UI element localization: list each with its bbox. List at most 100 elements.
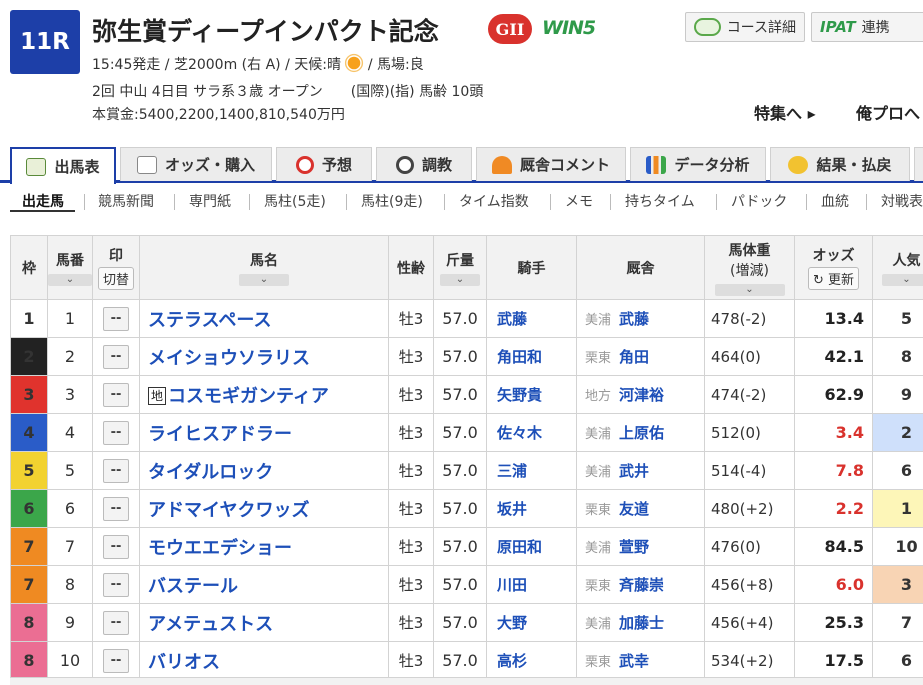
course-detail-button[interactable]: コース詳細 [685, 12, 805, 42]
jockey-link[interactable]: 三浦 [486, 451, 577, 490]
subtab-pedigree[interactable]: 血統 [821, 186, 849, 216]
body-weight-cell: 512(0) [704, 413, 795, 452]
jockey-link[interactable]: 矢野貴 [486, 375, 577, 414]
mark-select-button[interactable]: -- [103, 458, 129, 483]
col-weight[interactable]: 斤量 ⌄ [433, 235, 487, 300]
jockey-link[interactable]: 武藤 [486, 299, 577, 338]
trainer-link[interactable]: 武井 [619, 462, 649, 480]
table-row[interactable]: 7 7 -- モウエエデショー 牡3 57.0 原田和 美浦 萱野 476(0) 84.5 10 [10, 527, 923, 566]
jockey-link[interactable]: 佐々木 [486, 413, 577, 452]
tab-stable-comments[interactable]: 厩舎コメント [476, 147, 626, 181]
trainer-link[interactable]: 河津裕 [619, 386, 664, 404]
horse-name-link[interactable]: アメテュストス [148, 614, 273, 635]
mark-select-button[interactable]: -- [103, 572, 129, 597]
jockey-link[interactable]: 高杉 [486, 641, 577, 680]
col-horse-name[interactable]: 馬名 ⌄ [139, 235, 389, 300]
trainer-link[interactable]: 友道 [619, 500, 649, 518]
table-row[interactable]: 8 10 -- バリオス 牡3 57.0 高杉 栗東 武幸 534(+2) 17.5 6 [10, 641, 923, 680]
col-waku[interactable]: 枠 [10, 235, 48, 300]
sort-toggle-icon[interactable]: ⌄ [440, 273, 480, 286]
trainer-link[interactable]: 武藤 [619, 310, 649, 328]
table-row[interactable]: 4 4 -- ライヒスアドラー 牡3 57.0 佐々木 美浦 上原佑 512(0) 3.4 2 [10, 413, 923, 452]
table-icon [26, 157, 47, 176]
popularity-cell: 8 [872, 337, 923, 376]
mark-select-button[interactable]: -- [103, 610, 129, 635]
col-body-weight[interactable]: 馬体重 (増減) ⌄ [704, 235, 795, 300]
subtab-time-index[interactable]: タイム指数 [459, 186, 529, 216]
sort-toggle-icon[interactable]: ⌄ [48, 273, 92, 286]
mark-select-button[interactable]: -- [103, 306, 129, 331]
umaban-cell: 4 [47, 413, 93, 452]
mark-select-button[interactable]: -- [103, 382, 129, 407]
table-row[interactable]: 8 9 -- アメテュストス 牡3 57.0 大野 美浦 加藤士 456(+4) 25.3 7 [10, 603, 923, 642]
mark-select-button[interactable]: -- [103, 496, 129, 521]
region-label: 栗東 [585, 351, 612, 366]
jockey-link[interactable]: 坂井 [486, 489, 577, 528]
trainer-link[interactable]: 角田 [619, 348, 649, 366]
trainer-link[interactable]: 加藤士 [619, 614, 664, 632]
horse-name-link[interactable]: モウエエデショー [148, 538, 292, 559]
tab-data-analysis[interactable]: データ分析 [630, 147, 766, 181]
mark-select-button[interactable]: -- [103, 648, 129, 673]
subtab-past9[interactable]: 馬柱(9走) [361, 186, 423, 216]
trainer-link[interactable]: 斉藤崇 [619, 576, 664, 594]
region-label: 美浦 [585, 541, 612, 556]
subtab-paddock[interactable]: パドック [731, 186, 787, 216]
ipat-link-button[interactable]: IPAT 連携 [811, 12, 923, 42]
jockey-link[interactable]: 角田和 [486, 337, 577, 376]
sex-age-cell: 牡3 [388, 413, 434, 452]
horse-name-link[interactable]: コスモギガンティア [168, 386, 329, 407]
horse-name-link[interactable]: バリオス [148, 652, 220, 673]
subtab-memo[interactable]: メモ [565, 186, 593, 216]
win5-logo[interactable]: WIN5 [542, 17, 596, 39]
horse-name-link[interactable]: メイショウソラリス [148, 348, 310, 369]
feature-link[interactable]: 特集へ ▸ [754, 100, 816, 124]
tab-odds-purchase[interactable]: オッズ・購入 [120, 147, 272, 181]
horse-name-link[interactable]: バステール [148, 576, 238, 597]
horse-name-link[interactable]: アドマイヤクワッズ [148, 500, 309, 521]
table-row[interactable]: 5 5 -- タイダルロック 牡3 57.0 三浦 美浦 武井 514(-4) 7.8 6 [10, 451, 923, 490]
jockey-link[interactable]: 川田 [486, 565, 577, 604]
umaban-cell: 6 [47, 489, 93, 528]
trainer-link[interactable]: 武幸 [619, 652, 649, 670]
subtab-matchups[interactable]: 対戦表 [881, 186, 923, 216]
tab-results-payouts[interactable]: 結果・払戻 [770, 147, 910, 181]
horse-name-link[interactable]: ライヒスアドラー [148, 424, 292, 445]
mypro-link[interactable]: 俺プロへ [856, 100, 920, 124]
odds-refresh-button[interactable]: ↻ 更新 [807, 267, 860, 290]
subtab-best-times[interactable]: 持ちタイム [625, 186, 695, 216]
tab-entries[interactable]: 出馬表 [10, 147, 116, 184]
table-row[interactable]: 3 3 -- 地コスモギガンティア 牡3 57.0 矢野貴 地方 河津裕 474(-2) 62.9 9 [10, 375, 923, 414]
divider [716, 194, 717, 210]
horse-name-link[interactable]: ステラスペース [148, 310, 271, 331]
jockey-link[interactable]: 原田和 [486, 527, 577, 566]
table-row[interactable]: 1 1 -- ステラスペース 牡3 57.0 武藤 美浦 武藤 478(-2) 13.4 5 [10, 299, 923, 338]
subtab-newspaper[interactable]: 競馬新聞 [98, 186, 154, 216]
trainer-link[interactable]: 萱野 [619, 538, 649, 556]
table-row[interactable]: 2 2 -- メイショウソラリス 牡3 57.0 角田和 栗東 角田 464(0) 42.1 8 [10, 337, 923, 376]
col-popularity[interactable]: 人気 ⌄ [872, 235, 923, 300]
body-weight-cell: 474(-2) [704, 375, 795, 414]
tab-more[interactable] [914, 147, 923, 181]
sort-toggle-icon[interactable]: ⌄ [881, 273, 923, 286]
sun-icon [348, 56, 361, 70]
jockey-link[interactable]: 大野 [486, 603, 577, 642]
col-horse-name-label: 馬名 [250, 252, 278, 269]
mark-select-button[interactable]: -- [103, 344, 129, 369]
sort-toggle-icon[interactable]: ⌄ [714, 283, 785, 296]
mark-toggle-button[interactable]: 切替 [97, 267, 134, 290]
table-row[interactable]: 6 6 -- アドマイヤクワッズ 牡3 57.0 坂井 栗東 友道 480(+2) 2.2 1 [10, 489, 923, 528]
tab-prediction[interactable]: 予想 [276, 147, 372, 181]
subtab-specialist-paper[interactable]: 専門紙 [189, 186, 231, 216]
trainer-link[interactable]: 上原佑 [619, 424, 664, 442]
sort-toggle-icon[interactable]: ⌄ [239, 273, 289, 286]
mark-select-button[interactable]: -- [103, 420, 129, 445]
col-umaban[interactable]: 馬番 ⌄ [47, 235, 93, 300]
umaban-cell: 5 [47, 451, 93, 490]
race-time-distance-weather: 15:45発走 / 芝2000m (右 A) / 天候:晴 [92, 57, 341, 73]
table-row[interactable]: 7 8 -- バステール 牡3 57.0 川田 栗東 斉藤崇 456(+8) 6.0 3 [10, 565, 923, 604]
mark-select-button[interactable]: -- [103, 534, 129, 559]
subtab-past5[interactable]: 馬柱(5走) [264, 186, 326, 216]
horse-name-link[interactable]: タイダルロック [148, 462, 273, 483]
tab-training[interactable]: 調教 [376, 147, 472, 181]
